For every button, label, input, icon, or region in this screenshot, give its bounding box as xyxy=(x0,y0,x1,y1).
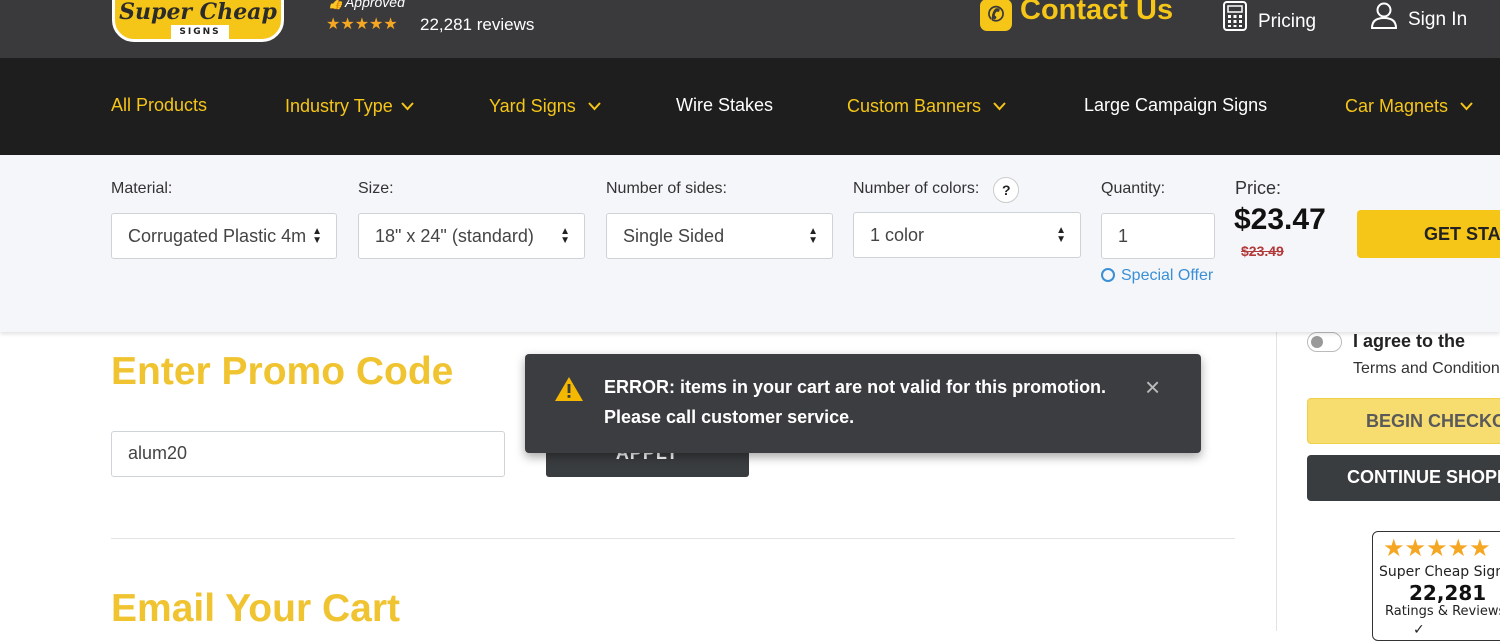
agree-toggle[interactable] xyxy=(1307,332,1342,352)
colors-select[interactable]: 1 color ▲ ▼ xyxy=(853,212,1081,258)
main-nav: All Products Industry Type Yard Signs Wi… xyxy=(0,58,1500,155)
sides-value: Single Sided xyxy=(623,226,725,246)
badge-name: Super Cheap Signs xyxy=(1379,564,1500,580)
sidebar-divider xyxy=(1276,332,1277,631)
approved-text: Approved xyxy=(344,0,405,10)
pricing-link[interactable]: Pricing xyxy=(1222,1,1316,37)
rating-stars-icon: ★★★★★ xyxy=(326,16,398,33)
nav-label: Wire Stakes xyxy=(676,95,774,115)
terms-link[interactable]: Terms and Conditions xyxy=(1353,360,1500,378)
shopper-approved-icon: 👍 xyxy=(328,0,343,10)
nav-large-campaign-signs[interactable]: Large Campaign Signs xyxy=(1084,95,1267,116)
select-arrows-icon: ▲ ▼ xyxy=(808,226,818,246)
quantity-label: Quantity: xyxy=(1101,180,1166,197)
badge-subtitle: Ratings & Reviews xyxy=(1385,604,1500,619)
colors-value: 1 color xyxy=(870,225,925,245)
toggle-knob xyxy=(1311,336,1323,348)
nav-yard-signs[interactable]: Yard Signs xyxy=(489,95,601,117)
select-arrows-icon: ▲ ▼ xyxy=(306,227,322,246)
nav-label: Car Magnets xyxy=(1345,96,1449,116)
error-message-line-2: Please call customer service. xyxy=(604,407,855,427)
get-started-button[interactable]: GET STARTED xyxy=(1357,210,1500,258)
section-divider xyxy=(111,538,1235,539)
nav-car-magnets[interactable]: Car Magnets xyxy=(1345,95,1473,117)
size-value: 18" x 24" (standard) xyxy=(375,226,534,246)
nav-all-products[interactable]: All Products xyxy=(111,95,207,116)
site-logo[interactable]: Super Cheap SIGNS xyxy=(112,0,284,42)
nav-label: Large Campaign Signs xyxy=(1084,95,1268,115)
select-arrows-icon: ▲ ▼ xyxy=(560,226,570,246)
phone-icon: ✆ xyxy=(980,0,1012,31)
colors-label-group: Number of colors:? xyxy=(853,177,1020,203)
nav-label: Custom Banners xyxy=(847,96,982,116)
colors-label: Number of colors: xyxy=(853,180,980,197)
size-select[interactable]: 18" x 24" (standard) ▲ ▼ xyxy=(358,213,585,259)
logo-subtext: SIGNS xyxy=(171,25,229,39)
quantity-input[interactable]: 1 xyxy=(1101,213,1215,259)
sign-in-link[interactable]: Sign In xyxy=(1370,1,1467,35)
material-select[interactable]: Corrugated Plastic 4mm ▲ ▼ xyxy=(111,213,337,259)
price-label: Price: xyxy=(1235,178,1282,198)
nav-label: All Products xyxy=(111,95,208,115)
nav-label: Industry Type xyxy=(285,96,393,116)
close-icon[interactable]: × xyxy=(1145,374,1160,400)
badge-count: 22,281 xyxy=(1409,581,1487,605)
special-offer-link[interactable]: Special Offer xyxy=(1101,267,1213,285)
nav-industry-type[interactable]: Industry Type xyxy=(285,95,414,117)
price-value: $23.47 xyxy=(1234,203,1326,236)
reviews-link[interactable]: 22,281 reviews xyxy=(420,15,534,35)
user-icon xyxy=(1370,1,1398,35)
promo-code-input[interactable]: alum20 xyxy=(111,431,505,477)
help-icon[interactable]: ? xyxy=(993,177,1020,203)
chevron-down-icon xyxy=(1460,95,1473,116)
approved-label: 👍 Approved xyxy=(328,0,405,10)
badge-stars-icon: ★★★★★ xyxy=(1383,535,1491,562)
chevron-down-icon xyxy=(587,95,601,116)
sides-label: Number of sides: xyxy=(606,180,727,197)
top-header: Super Cheap SIGNS 👍 Approved ★★★★★ 22,281… xyxy=(0,0,1500,58)
sign-in-label: Sign In xyxy=(1408,9,1468,30)
material-label: Material: xyxy=(111,180,173,197)
chevron-down-icon xyxy=(993,95,1006,116)
calculator-icon xyxy=(1222,1,1248,37)
continue-shopping-button[interactable]: CONTINUE SHOPPING xyxy=(1307,455,1500,501)
promo-heading: Enter Promo Code xyxy=(111,350,454,393)
nav-custom-banners[interactable]: Custom Banners xyxy=(847,95,1006,117)
error-message-line-1: ERROR: items in your cart are not valid … xyxy=(604,377,1107,397)
original-price: $23.49 xyxy=(1241,243,1284,259)
chevron-down-icon xyxy=(400,95,414,116)
checkmark-icon: ✓ xyxy=(1413,621,1425,637)
begin-checkout-button[interactable]: BEGIN CHECKOUT xyxy=(1307,398,1500,444)
agree-label: I agree to the xyxy=(1353,331,1466,351)
email-cart-heading: Email Your Cart xyxy=(111,587,400,630)
ratings-badge[interactable]: ★★★★★ Super Cheap Signs 22,281 Ratings &… xyxy=(1372,531,1500,641)
sides-select[interactable]: Single Sided ▲ ▼ xyxy=(606,213,833,259)
logo-text: Super Cheap xyxy=(119,0,277,25)
size-label: Size: xyxy=(358,180,394,197)
select-arrows-icon: ▲ ▼ xyxy=(1056,225,1066,245)
error-toast: ERROR: items in your cart are not valid … xyxy=(525,354,1201,453)
warning-icon xyxy=(554,376,584,407)
nav-label: Yard Signs xyxy=(489,96,576,116)
special-offer-label: Special Offer xyxy=(1121,267,1214,284)
material-value: Corrugated Plastic 4mm xyxy=(128,226,322,246)
contact-us-label: Contact Us xyxy=(1020,0,1174,26)
nav-wire-stakes[interactable]: Wire Stakes xyxy=(676,95,773,116)
pricing-label: Pricing xyxy=(1258,11,1317,32)
contact-us-link[interactable]: ✆ Contact Us xyxy=(980,0,1173,31)
spinner-icon xyxy=(1101,268,1115,282)
product-configurator: Material: Corrugated Plastic 4mm ▲ ▼ Size… xyxy=(0,155,1500,332)
